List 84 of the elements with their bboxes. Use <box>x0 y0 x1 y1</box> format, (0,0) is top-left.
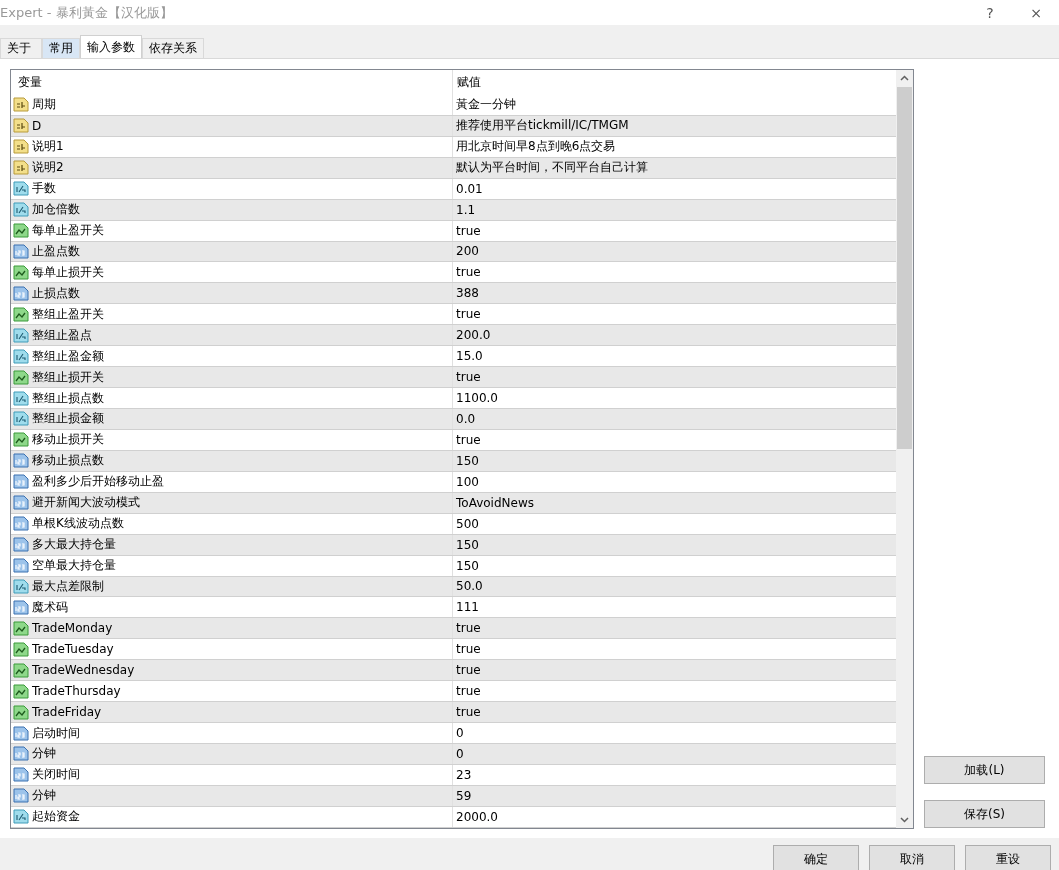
text-type-icon <box>13 139 29 155</box>
integer-type-icon <box>13 516 29 532</box>
fraction-type-icon <box>13 202 29 218</box>
parameter-name: 说明2 <box>32 159 64 177</box>
text-type-icon <box>13 118 29 134</box>
boolean-type-icon <box>13 683 29 699</box>
boolean-type-icon <box>13 264 29 280</box>
parameter-name: 分钟 <box>32 745 56 763</box>
parameter-name: TradeThursday <box>32 684 121 699</box>
boolean-type-icon <box>13 704 29 720</box>
fraction-type-icon <box>13 181 29 197</box>
tab[interactable]: 关于 <box>0 38 42 58</box>
fraction-type-icon <box>13 327 29 343</box>
parameter-name: 魔术码 <box>32 598 68 616</box>
boolean-type-icon <box>13 432 29 448</box>
boolean-type-icon <box>13 641 29 657</box>
parameter-name: 整组止盈点 <box>32 326 92 344</box>
integer-type-icon <box>13 599 29 615</box>
parameter-name: 分钟 <box>32 787 56 805</box>
parameter-name: 每单止盈开关 <box>32 222 104 240</box>
parameter-name: 多大最大持仓量 <box>32 536 116 554</box>
dialog-button[interactable]: 取消 <box>869 845 955 870</box>
integer-type-icon <box>13 495 29 511</box>
integer-type-icon <box>13 725 29 741</box>
parameter-name: 加仓倍数 <box>32 201 80 219</box>
parameter-name: 整组止盈开关 <box>32 305 104 323</box>
integer-type-icon <box>13 474 29 490</box>
close-button[interactable]: × <box>1013 3 1059 22</box>
parameter-name: 止损点数 <box>32 284 80 302</box>
tab[interactable]: 常用 <box>42 38 80 58</box>
fraction-type-icon <box>13 411 29 427</box>
side-button[interactable]: 加载(L) <box>924 756 1045 784</box>
parameter-name: 移动止损开关 <box>32 431 104 449</box>
dialog-button[interactable]: 重设 <box>965 845 1051 870</box>
fraction-type-icon <box>13 578 29 594</box>
parameter-name: 空单最大持仓量 <box>32 557 116 575</box>
parameter-name: 止盈点数 <box>32 242 80 260</box>
parameter-name: 整组止损点数 <box>32 389 104 407</box>
boolean-type-icon <box>13 662 29 678</box>
parameter-name: D <box>32 118 42 133</box>
parameter-name: 说明1 <box>32 138 64 156</box>
boolean-type-icon <box>13 306 29 322</box>
fraction-type-icon <box>13 809 29 825</box>
parameter-name: 最大点差限制 <box>32 577 104 595</box>
parameter-name: 避开新闻大波动模式 <box>32 494 140 512</box>
integer-type-icon <box>13 788 29 804</box>
parameter-name: 关闭时间 <box>32 766 80 784</box>
tab[interactable]: 输入参数 <box>80 35 142 58</box>
text-type-icon <box>13 160 29 176</box>
parameter-name: 每单止损开关 <box>32 263 104 281</box>
parameter-name: TradeFriday <box>32 705 102 720</box>
parameter-name: 整组止损开关 <box>32 368 104 386</box>
integer-type-icon <box>13 767 29 783</box>
parameter-name: 整组止损金额 <box>32 410 104 428</box>
parameter-name: TradeTuesday <box>32 642 114 657</box>
boolean-type-icon <box>13 223 29 239</box>
column-header[interactable]: 变量 <box>11 70 452 95</box>
side-button[interactable]: 保存(S) <box>924 800 1045 828</box>
integer-type-icon <box>13 537 29 553</box>
parameter-name: 手数 <box>32 180 56 198</box>
integer-type-icon <box>13 243 29 259</box>
parameter-name: TradeMonday <box>32 621 113 636</box>
integer-type-icon <box>13 453 29 469</box>
dialog-button[interactable]: 确定 <box>773 845 859 870</box>
parameter-name: 整组止盈金额 <box>32 347 104 365</box>
integer-type-icon <box>13 285 29 301</box>
fraction-type-icon <box>13 348 29 364</box>
parameter-name: 周期 <box>32 96 56 114</box>
text-type-icon <box>13 97 29 113</box>
boolean-type-icon <box>13 369 29 385</box>
parameter-name: TradeWednesday <box>32 663 135 678</box>
scroll-thumb[interactable] <box>897 87 912 449</box>
tab[interactable]: 依存关系 <box>142 38 204 58</box>
parameter-name: 盈利多少后开始移动止盈 <box>32 473 164 491</box>
parameter-name: 移动止损点数 <box>32 452 104 470</box>
boolean-type-icon <box>13 620 29 636</box>
integer-type-icon <box>13 746 29 762</box>
integer-type-icon <box>13 558 29 574</box>
help-button[interactable]: ? <box>967 3 1013 22</box>
parameter-name: 起始资金 <box>32 808 80 826</box>
parameter-name: 启动时间 <box>32 724 80 742</box>
fraction-type-icon <box>13 390 29 406</box>
parameter-name: 单根K线波动点数 <box>32 515 124 533</box>
window-title: Expert - 暴利黃金【汉化版】 <box>0 3 174 22</box>
